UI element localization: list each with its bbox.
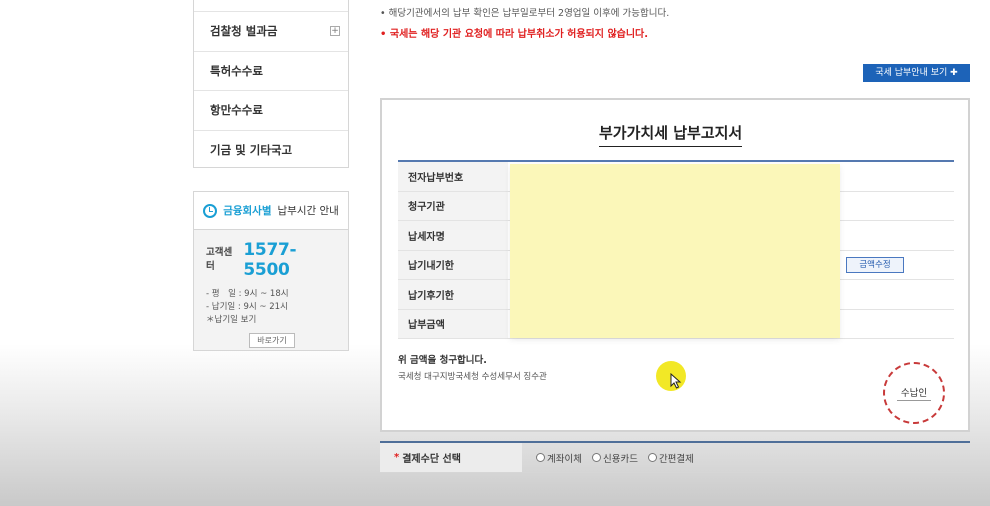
sidebar-item-prosecution-fine[interactable]: 검찰청 벌과금 + — [194, 11, 348, 51]
payment-method-row: * 결제수단 선택 계좌이체 신용카드 간편결제 — [380, 441, 970, 473]
row-label-payment-number: 전자납부번호 — [398, 162, 508, 191]
row-label-billing-agency: 청구기관 — [398, 191, 508, 220]
view-due-dates: ＊납기일 보기 — [206, 315, 257, 325]
shortcut-button[interactable]: 바로가기 — [249, 333, 295, 348]
hours-link-text: 납부시간 안내 — [277, 205, 339, 217]
sidebar-item-port-fee[interactable]: 항만수수료 — [194, 90, 348, 130]
issuer-text: 국세청 대구지방국세청 수성세무서 징수관 — [398, 372, 547, 382]
radio-button[interactable] — [591, 453, 601, 462]
option-simple-pay[interactable]: 간편결제 — [647, 451, 694, 465]
option-label: 계좌이체 — [547, 453, 582, 465]
hours-link-highlight: 금융회사별 — [223, 205, 272, 217]
row-label-after-due: 납기후기한 — [398, 280, 508, 309]
row-label-taxpayer: 납세자명 — [398, 221, 508, 250]
required-mark: * — [394, 452, 400, 463]
row-label-due-date: 납기내기한 — [398, 250, 508, 279]
option-label: 간편결제 — [658, 453, 694, 465]
customer-center-phone: 1577-5500 — [243, 240, 297, 280]
redaction-note — [510, 164, 840, 338]
stamp-label: 수납인 — [896, 385, 932, 401]
sidebar-item-fund-other[interactable]: 기금 및 기타국고 — [194, 129, 348, 170]
claim-text: 위 금액을 청구합니다. — [398, 355, 487, 366]
clock-icon — [203, 203, 218, 218]
business-hours: - 평 일 : 9시 ~ 18시 - 납기일 : 9시 ~ 21시 ＊납기일 보… — [206, 288, 338, 327]
sidebar-item-top — [194, 0, 348, 11]
payment-hours-box: 금융회사별 납부시간 안내 고객센터 1577-5500 - 평 일 : 9시 … — [193, 191, 349, 351]
payment-options: 계좌이체 신용카드 간편결제 — [536, 451, 694, 465]
edit-amount-button[interactable]: 금액수정 — [846, 256, 904, 273]
tax-guide-button[interactable]: 국세 납부안내 보기 ✚ — [863, 64, 970, 82]
payment-method-label: * 결제수단 선택 — [380, 443, 522, 472]
sidebar-item-label: 특허수수료 — [210, 63, 263, 78]
mouse-pointer-icon — [670, 373, 682, 389]
sidebar-item-label: 항만수수료 — [210, 103, 263, 118]
option-account-transfer[interactable]: 계좌이체 — [536, 451, 582, 465]
notice-confirmation: • 해당기관에서의 납부 확인은 납부일로부터 2영업일 이후에 가능합니다. — [380, 8, 670, 19]
sidebar-item-label: 기금 및 기타국고 — [210, 142, 293, 157]
payment-label-text: 결제수단 선택 — [402, 454, 461, 465]
due-date-hours: - 납기일 : 9시 ~ 21시 — [206, 302, 288, 312]
invoice-title: 부가가치세 납부고지서 — [599, 122, 743, 147]
payment-hours-link[interactable]: 금융회사별 납부시간 안내 — [194, 192, 348, 230]
sidebar-item-patent-fee[interactable]: 특허수수료 — [194, 50, 348, 91]
radio-button[interactable] — [536, 453, 545, 462]
option-credit-card[interactable]: 신용카드 — [591, 451, 638, 465]
sidebar-menu: 검찰청 벌과금 + 특허수수료 항만수수료 기금 및 기타국고 — [193, 0, 349, 168]
option-label: 신용카드 — [602, 453, 638, 465]
expand-icon[interactable]: + — [330, 26, 340, 37]
receipt-stamp: 수납인 — [883, 362, 945, 424]
weekday-hours: - 평 일 : 9시 ~ 18시 — [206, 289, 289, 299]
customer-center: 고객센터 1577-5500 - 평 일 : 9시 ~ 18시 - 납기일 : … — [194, 230, 348, 350]
sidebar-item-label: 검찰청 벌과금 — [210, 24, 278, 39]
radio-button[interactable] — [647, 453, 657, 462]
notice-no-cancel: • 국세는 해당 기관 요청에 따라 납부취소가 허용되지 않습니다. — [380, 29, 649, 40]
customer-center-label: 고객센터 — [206, 247, 233, 272]
row-label-amount: 납부금액 — [398, 309, 508, 338]
